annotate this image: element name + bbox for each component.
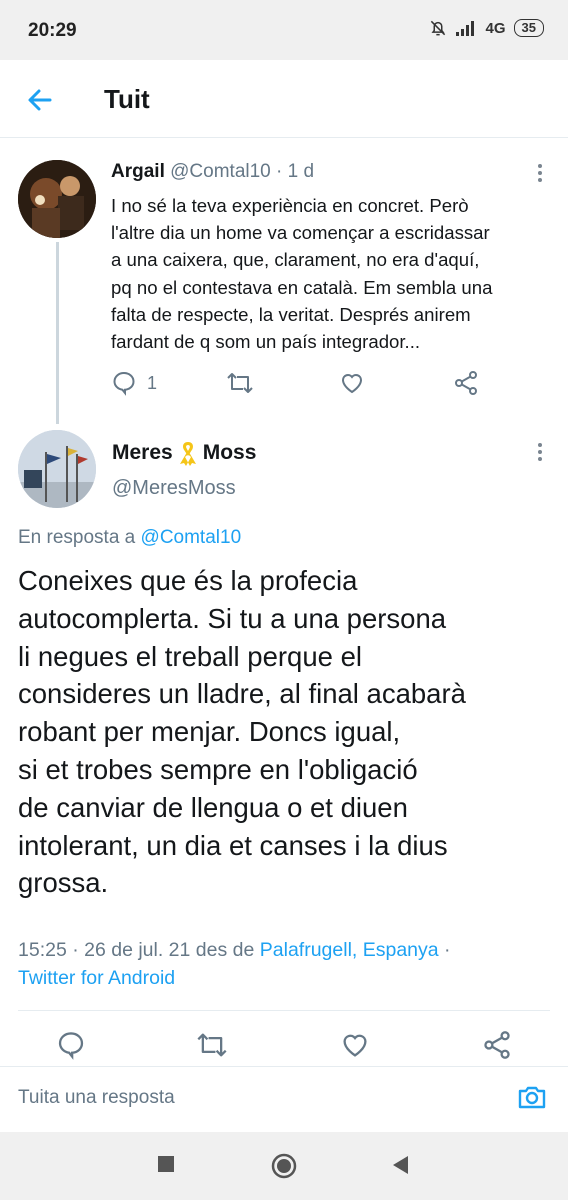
home-icon[interactable]	[270, 1152, 298, 1180]
reply-icon[interactable]	[56, 1030, 86, 1060]
text-line: li negues el treball perque el	[18, 640, 362, 672]
separator: ·	[438, 939, 451, 961]
status-time: 20:29	[28, 20, 77, 41]
text-line: Coneixes que és la profecia	[18, 565, 358, 596]
reply-icon	[113, 371, 135, 396]
separator: ·	[276, 161, 283, 182]
text-line: l'altre dia un home va començar a escrid…	[111, 222, 490, 244]
yellow-ribbon-icon	[179, 442, 196, 466]
author-name-part: Moss	[202, 441, 257, 464]
camera-icon[interactable]	[516, 1081, 548, 1113]
page-title: Tuit	[104, 84, 150, 114]
parent-tweet-text: I no sé la teva experiència en concret. …	[111, 192, 556, 355]
author-name[interactable]: Meres Moss	[112, 440, 256, 466]
retweet-button[interactable]	[226, 370, 254, 396]
avatar[interactable]	[18, 430, 96, 508]
author-name-part: Meres	[112, 441, 173, 464]
status-icons: 4G 35	[428, 18, 544, 38]
share-icon	[455, 371, 477, 395]
tweet-time: 1 d	[287, 161, 315, 182]
retweet-icon[interactable]	[196, 1030, 228, 1060]
reply-input[interactable]: Tuita una resposta	[18, 1087, 175, 1109]
text-line: pq no el contestava en català. Em sembla…	[111, 276, 493, 298]
reply-button[interactable]: 1	[111, 370, 157, 396]
thread-line	[56, 242, 59, 424]
bell-off-icon	[430, 20, 445, 36]
tweet-timestamp: 15:25 · 26 de jul. 21 des de	[18, 939, 260, 961]
share-button[interactable]	[453, 370, 479, 396]
battery-icon: 35	[513, 19, 544, 37]
text-line: grossa.	[18, 867, 109, 899]
main-tweet-actions	[0, 1028, 568, 1062]
reply-count: 1	[147, 372, 158, 393]
text-line: fardant de q som un país integrador...	[111, 331, 421, 353]
text-line: autocomplerta. Si tu a una persona	[18, 602, 447, 634]
tweet-meta: 15:25 · 26 de jul. 21 des de Palafrugell…	[18, 936, 558, 992]
text-line: robant per menjar. Doncs igual,	[18, 716, 401, 748]
avatar-image	[18, 160, 96, 238]
text-line: I no sé la teva experiència en concret. …	[111, 195, 469, 216]
arrow-left-icon[interactable]	[24, 84, 56, 116]
app-header: Tuit	[0, 60, 568, 138]
more-icon[interactable]	[536, 164, 544, 184]
main-tweet-text: Coneixes que és la profecia autocomplert…	[18, 562, 558, 902]
retweet-icon	[227, 373, 253, 393]
system-nav-bar	[0, 1132, 568, 1200]
client-link[interactable]: Twitter for Android	[18, 967, 175, 989]
reply-prefix: En resposta a	[18, 527, 136, 548]
text-line: consideres un lladre, al final acabarà	[18, 678, 466, 710]
divider	[18, 1010, 550, 1011]
recents-icon[interactable]	[156, 1154, 178, 1176]
reply-handle-link[interactable]: @Comtal10	[141, 527, 242, 548]
heart-icon	[341, 374, 363, 394]
parent-tweet-actions: 1	[111, 370, 491, 398]
text-line: intolerant, un dia et canses i la dius	[18, 829, 448, 861]
author-name[interactable]: Argail	[111, 161, 165, 182]
signal-icon	[455, 21, 474, 36]
reply-composer: Tuita una resposta	[0, 1066, 568, 1132]
text-line: a una caixera, que, clarament, no era d'…	[111, 249, 480, 271]
more-icon[interactable]	[536, 443, 544, 463]
text-line: de canviar de llengua o et diuen	[18, 791, 408, 823]
avatar[interactable]	[18, 160, 96, 238]
location-link[interactable]: Palafrugell, Espanya	[260, 939, 439, 961]
author-handle[interactable]: @MeresMoss	[112, 477, 236, 500]
author-handle[interactable]: @Comtal10	[170, 161, 271, 182]
status-bar: 20:29 4G 35	[0, 0, 568, 60]
parent-tweet-header: Argail @Comtal10 · 1 d	[111, 161, 314, 183]
back-nav-icon[interactable]	[390, 1154, 412, 1176]
like-button[interactable]	[339, 370, 365, 396]
network-type: 4G	[485, 19, 506, 37]
text-line: falta de respecte, la veritat. Després a…	[111, 303, 471, 325]
reply-context: En resposta a @Comtal10	[18, 527, 241, 549]
heart-icon[interactable]	[340, 1030, 370, 1060]
share-icon[interactable]	[482, 1030, 512, 1060]
text-line: si et trobes sempre en l'obligació	[18, 753, 418, 785]
avatar-image	[18, 430, 96, 508]
